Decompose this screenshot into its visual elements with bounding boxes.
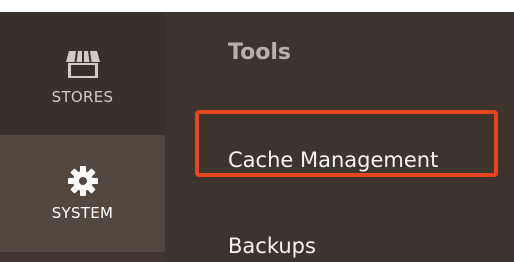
submenu-title: Tools: [228, 40, 291, 65]
gear-icon: [65, 163, 101, 199]
sidebar-item-system[interactable]: SYSTEM: [0, 135, 165, 252]
admin-sidebar: STORES SYSTEM: [0, 12, 165, 262]
sidebar-item-label: SYSTEM: [51, 204, 114, 222]
submenu-panel: Tools Cache Management Backups: [165, 12, 514, 262]
admin-menu: STORES SYSTEM Tools Cache Management Bac…: [0, 12, 514, 262]
sidebar-item-label: STORES: [51, 88, 114, 106]
menu-item-cache-management[interactable]: Cache Management: [228, 148, 438, 172]
sidebar-item-stores[interactable]: STORES: [0, 12, 165, 135]
store-icon: [65, 46, 101, 82]
menu-item-backups[interactable]: Backups: [228, 234, 316, 258]
